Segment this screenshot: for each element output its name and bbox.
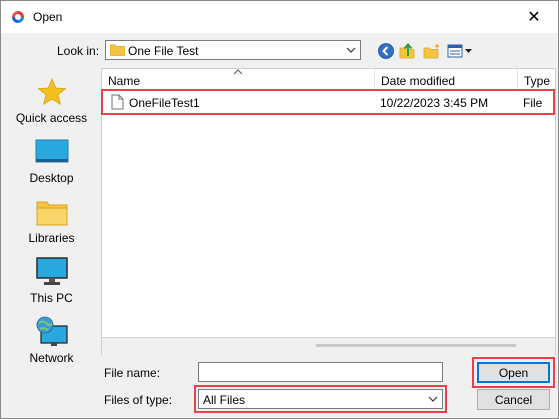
close-icon: ✕ — [527, 9, 541, 26]
window-title: Open — [33, 10, 63, 24]
star-icon — [36, 77, 67, 106]
chevron-down-icon — [346, 47, 356, 53]
file-name: OneFileTest1 — [129, 96, 200, 110]
place-label: Desktop — [29, 171, 74, 185]
place-label: This PC — [30, 291, 73, 305]
file-type: File — [523, 96, 543, 110]
file-row[interactable]: OneFileTest1 10/22/2023 3:45 PM File — [102, 92, 555, 112]
network-icon — [36, 316, 68, 346]
scrollbar-thumb[interactable] — [316, 344, 516, 347]
file-name-input[interactable] — [198, 362, 443, 382]
file-date: 10/22/2023 3:45 PM — [380, 96, 489, 110]
chevron-down-icon — [428, 396, 438, 402]
look-in-value: One File Test — [128, 44, 199, 58]
files-of-type-dropdown[interactable]: All Files — [198, 389, 443, 409]
view-menu-icon — [447, 44, 472, 58]
column-header-date[interactable]: Date modified — [375, 69, 518, 91]
file-list[interactable]: Name Date modified Type OneFileTest1 10/… — [101, 68, 556, 338]
app-icon — [12, 11, 24, 23]
cancel-button[interactable]: Cancel — [477, 389, 550, 410]
new-folder-icon — [423, 43, 440, 59]
close-button[interactable]: ✕ — [514, 3, 554, 31]
horizontal-scrollbar[interactable] — [101, 338, 556, 355]
files-of-type-label: Files of type: — [104, 393, 173, 407]
column-header-name[interactable]: Name — [102, 69, 375, 91]
place-desktop[interactable]: Desktop — [5, 136, 98, 185]
sort-ascending-icon — [233, 69, 243, 75]
places-sidebar: Quick access Desktop Libraries This PC N… — [5, 68, 98, 411]
look-in-dropdown[interactable]: One File Test — [105, 40, 361, 60]
place-quick-access[interactable]: Quick access — [5, 76, 98, 125]
look-in-label: Look in: — [57, 44, 100, 58]
up-folder-button[interactable] — [398, 41, 418, 61]
file-icon — [111, 94, 124, 110]
desktop-icon — [35, 139, 68, 163]
this-pc-icon — [35, 257, 68, 285]
place-label: Quick access — [15, 111, 88, 125]
place-network[interactable]: Network — [5, 316, 98, 365]
new-folder-button[interactable] — [422, 41, 442, 61]
title-bar[interactable]: Open ✕ — [1, 1, 558, 33]
view-menu-button[interactable] — [446, 41, 474, 61]
place-libraries[interactable]: Libraries — [5, 196, 98, 245]
place-label: Network — [29, 351, 74, 365]
up-folder-icon — [399, 42, 415, 59]
libraries-icon — [36, 201, 67, 226]
files-of-type-value: All Files — [203, 393, 246, 407]
open-button[interactable]: Open — [477, 362, 550, 383]
back-button[interactable] — [376, 41, 396, 61]
file-name-label: File name: — [104, 366, 161, 380]
open-dialog: Open ✕ Look in: One File Test Quick acce… — [0, 0, 559, 419]
place-label: Libraries — [28, 231, 75, 245]
place-this-pc[interactable]: This PC — [5, 256, 98, 305]
column-header-type[interactable]: Type — [518, 69, 555, 91]
back-icon — [378, 43, 394, 59]
folder-icon — [110, 44, 125, 56]
